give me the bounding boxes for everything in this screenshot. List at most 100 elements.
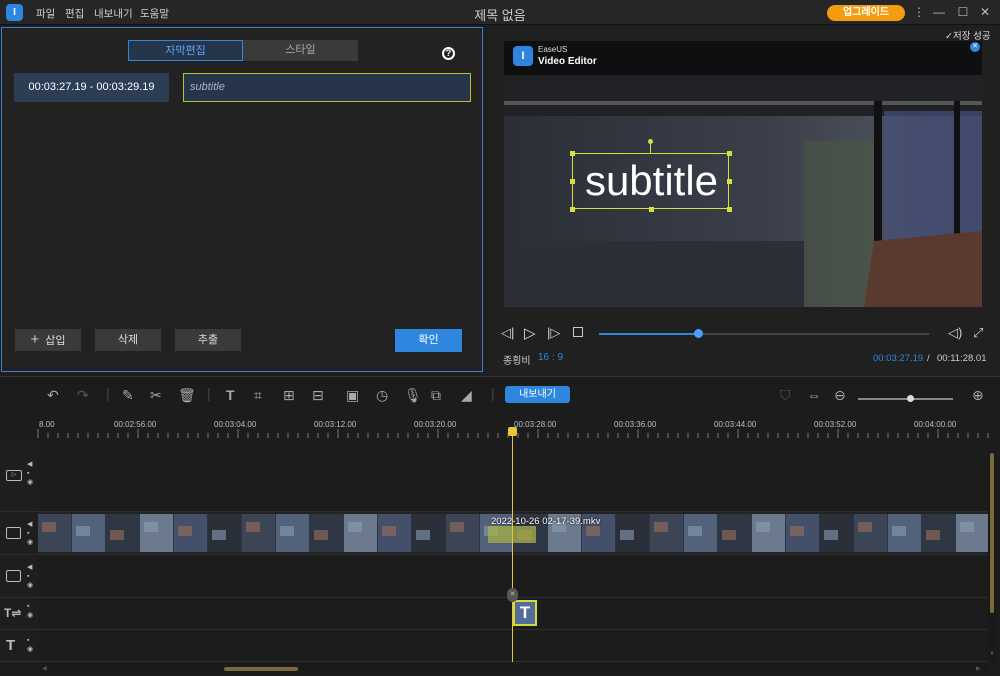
playhead-handle[interactable] bbox=[508, 427, 517, 436]
mosaic-icon[interactable]: ⊞ bbox=[283, 387, 295, 404]
track-toggles[interactable]: ◀ ▪ ◉ bbox=[27, 460, 33, 487]
scroll-down-icon[interactable]: ▼ bbox=[989, 651, 995, 657]
menu-edit[interactable]: 편집 bbox=[65, 6, 84, 21]
text-track[interactable] bbox=[38, 630, 988, 662]
clip-thumbnail-detail bbox=[824, 530, 838, 540]
speed-icon[interactable]: ◷ bbox=[376, 387, 388, 404]
current-time: 00:03:27.19 bbox=[873, 353, 924, 364]
prev-frame-icon[interactable]: ◁| bbox=[501, 325, 514, 341]
save-status: ✓저장 성공 bbox=[945, 31, 991, 42]
pip-track-1[interactable]: 2022-10-26 02-17-39.mkv bbox=[38, 512, 988, 555]
video-clip[interactable]: 2022-10-26 02-17-39.mkv bbox=[38, 514, 988, 552]
clip-thumbnail bbox=[956, 514, 988, 552]
track-toggles[interactable]: ◀ ▪ ◉ bbox=[27, 563, 33, 590]
clip-thumbnail-detail bbox=[892, 526, 906, 536]
resize-handle-b[interactable] bbox=[649, 207, 654, 212]
clip-thumbnail-detail bbox=[688, 526, 702, 536]
aspect-value[interactable]: 16 : 9 bbox=[538, 352, 563, 363]
vertical-scrollbar[interactable]: ▼ bbox=[988, 443, 997, 663]
video-track-icon: ▷ bbox=[6, 470, 22, 481]
extract-button[interactable]: 추출 bbox=[175, 329, 241, 351]
track-toggles[interactable]: ▪ ◉ bbox=[27, 602, 33, 620]
screen-record-icon[interactable]: ⧉ bbox=[431, 387, 441, 404]
resize-handle-r[interactable] bbox=[727, 179, 732, 184]
horizontal-scroll-thumb[interactable] bbox=[224, 667, 298, 671]
clip-thumbnail bbox=[752, 514, 785, 552]
minimize-icon[interactable]: — bbox=[930, 4, 948, 20]
export-button[interactable]: 내보내기 bbox=[505, 386, 570, 403]
menu-help[interactable]: 도움말 bbox=[140, 6, 169, 21]
video-preview[interactable]: I EaseUS Video Editor ✕ subtitle bbox=[504, 41, 982, 307]
clip-thumbnail-detail bbox=[858, 522, 872, 532]
progress-knob[interactable] bbox=[694, 329, 703, 338]
pencil-icon[interactable]: ✎ bbox=[122, 387, 134, 404]
clip-thumbnail bbox=[140, 514, 173, 552]
maximize-icon[interactable]: ☐ bbox=[954, 4, 972, 20]
text-track-icon: T bbox=[6, 637, 16, 654]
vertical-scroll-thumb[interactable] bbox=[990, 453, 994, 613]
stop-icon[interactable] bbox=[573, 327, 583, 337]
track-toggles[interactable]: ◀ ▪ ◉ bbox=[27, 520, 33, 547]
scroll-right-icon[interactable]: ▶ bbox=[976, 665, 981, 672]
resize-handle-bl[interactable] bbox=[570, 207, 575, 212]
confirm-button[interactable]: 확인 bbox=[395, 329, 462, 352]
resize-handle-l[interactable] bbox=[570, 179, 575, 184]
resize-handle-tl[interactable] bbox=[570, 151, 575, 156]
trash-icon[interactable]: 🗑 bbox=[178, 387, 196, 404]
clip-thumbnail-detail bbox=[42, 522, 56, 532]
divider-3: | bbox=[491, 385, 495, 401]
watermark-close-icon[interactable]: ✕ bbox=[970, 42, 980, 52]
watermark-product: Video Editor bbox=[538, 56, 597, 67]
resize-handle-tr[interactable] bbox=[727, 151, 732, 156]
pip-icon[interactable]: ▣ bbox=[346, 387, 359, 404]
tts-track[interactable]: T bbox=[38, 598, 988, 630]
close-icon[interactable]: ✕ bbox=[976, 4, 994, 20]
track-head-video: ▷ ◀ ▪ ◉ bbox=[0, 440, 38, 512]
delete-button[interactable]: 삭제 bbox=[95, 329, 161, 351]
freeze-frame-icon[interactable]: ⊟ bbox=[312, 387, 324, 404]
scroll-left-icon[interactable]: ◀ bbox=[42, 665, 47, 672]
fit-width-icon[interactable]: ⇔ bbox=[807, 387, 821, 403]
subtitle-time-range[interactable]: 00:03:27.19 - 00:03:29.19 bbox=[14, 73, 169, 102]
playhead-split-icon[interactable]: ✕ bbox=[507, 588, 518, 602]
crop-icon[interactable]: ⌗ bbox=[254, 387, 262, 404]
zoom-in-icon[interactable]: ⊕ bbox=[972, 387, 984, 404]
redo-icon[interactable]: ↷ bbox=[77, 387, 89, 404]
zoom-slider[interactable] bbox=[858, 395, 953, 402]
undo-icon[interactable]: ↶ bbox=[47, 387, 59, 404]
fullscreen-icon[interactable]: ⤢ bbox=[973, 325, 983, 341]
tab-subtitle-edit[interactable]: 자막편집 bbox=[128, 40, 243, 61]
resize-handle-br[interactable] bbox=[727, 207, 732, 212]
subtitle-text-input[interactable]: subtitle bbox=[183, 73, 471, 102]
subtitle-overlay-box[interactable]: subtitle bbox=[570, 139, 732, 212]
tab-style[interactable]: 스타일 bbox=[243, 40, 358, 61]
upgrade-button[interactable]: 업그레이드 bbox=[827, 5, 905, 21]
watermark-brand: EaseUS bbox=[538, 45, 568, 54]
video-track[interactable] bbox=[38, 440, 988, 512]
timeline-panel: ↶ ↷ | ✎ ✂ 🗑 | T ⌗ ⊞ ⊟ ▣ ◷ 🎙 ⧉ ◢ | 내보내기 ⛉… bbox=[0, 376, 1000, 676]
rotate-handle[interactable] bbox=[648, 139, 653, 144]
more-menu-icon[interactable]: ⋮ bbox=[910, 4, 928, 20]
track-head-pip-1: ◀ ▪ ◉ bbox=[0, 512, 38, 555]
shield-icon[interactable]: ⛉ bbox=[780, 387, 791, 404]
mic-icon[interactable]: 🎙 bbox=[404, 387, 422, 404]
clip-thumbnail-detail bbox=[756, 522, 770, 532]
zoom-knob[interactable] bbox=[907, 395, 915, 402]
horizontal-scrollbar[interactable]: ◀ ▶ bbox=[38, 664, 988, 673]
text-clip[interactable]: T bbox=[513, 600, 537, 626]
insert-button[interactable]: + 삽입 bbox=[15, 329, 81, 351]
text-to-speech-icon: T⇌ bbox=[4, 606, 22, 620]
progress-track[interactable] bbox=[599, 329, 929, 338]
help-icon[interactable]: ? bbox=[442, 47, 455, 60]
zoom-out-icon[interactable]: ⊖ bbox=[834, 387, 846, 404]
menu-export[interactable]: 내보내기 bbox=[94, 6, 133, 21]
clip-thumbnail-detail bbox=[960, 522, 974, 532]
text-tool-icon[interactable]: T bbox=[226, 387, 235, 403]
menu-file[interactable]: 파일 bbox=[36, 6, 55, 21]
color-fill-icon[interactable]: ◢ bbox=[461, 387, 472, 404]
volume-icon[interactable]: ◁) bbox=[948, 325, 962, 341]
scissors-icon[interactable]: ✂ bbox=[150, 387, 162, 404]
play-icon[interactable]: ▷ bbox=[524, 324, 536, 342]
next-frame-icon[interactable]: |▷ bbox=[547, 325, 560, 341]
track-toggles[interactable]: ▪ ◉ bbox=[27, 636, 33, 654]
